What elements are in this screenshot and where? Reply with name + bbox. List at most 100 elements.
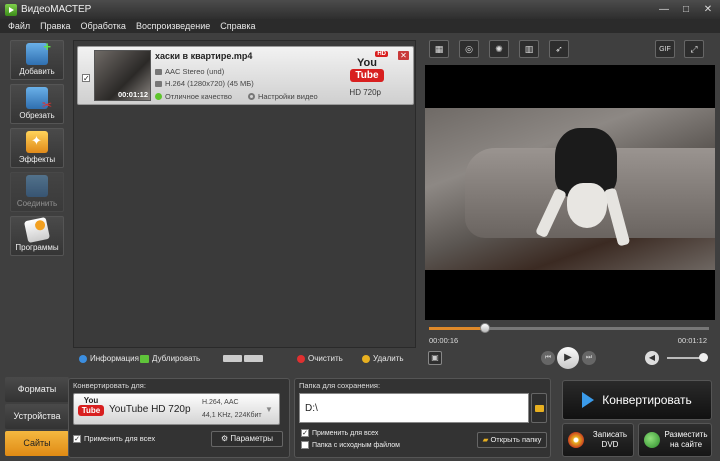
youtube-tube-text: Tube <box>350 69 384 82</box>
programs-button[interactable]: Программы <box>10 216 64 256</box>
window-title: ВидеоМАСТЕР <box>21 4 92 15</box>
add-button[interactable]: Добавить <box>10 39 64 80</box>
menu-playback[interactable]: Воспроизведение <box>136 21 210 31</box>
youtube-logo-icon[interactable]: You Tube HD <box>350 51 388 85</box>
quality-text[interactable]: Отличное качество <box>165 92 232 101</box>
convert-for-panel: Конвертировать для: You Tube YouTube HD … <box>68 378 290 458</box>
video-preview[interactable] <box>425 65 715 320</box>
burn-dvd-button[interactable]: Записать DVD <box>562 423 634 457</box>
stabilize-icon[interactable]: ◎ <box>459 40 479 58</box>
format-audio: 44,1 KHz, 224Кбит <box>202 412 262 419</box>
file-name: хаски в квартире.mp4 <box>155 51 253 61</box>
apply-all-folder-checkbox[interactable]: ✓ Применить для всех <box>301 429 378 437</box>
menu-file[interactable]: Файл <box>8 21 30 31</box>
open-folder-button[interactable]: ▰ Открыть папку <box>477 432 547 448</box>
cut-button[interactable]: Обрезать <box>10 84 64 124</box>
speed-icon[interactable]: ➶ <box>549 40 569 58</box>
apply-all-folder-check-icon[interactable]: ✓ <box>301 429 309 437</box>
tab-sites[interactable]: Сайты <box>5 431 69 456</box>
join-button[interactable]: Соединить <box>10 172 64 212</box>
filmstrip-icon[interactable]: ▥ <box>519 40 539 58</box>
effects-label: Эффекты <box>18 155 56 164</box>
menu-edit[interactable]: Правка <box>40 21 70 31</box>
source-folder-checkbox[interactable]: Папка с исходным файлом <box>301 441 400 449</box>
cut-label: Обрезать <box>19 111 55 120</box>
apply-all-format-checkbox[interactable]: ✓ Применить для всех <box>73 434 156 444</box>
duplicate-icon <box>140 354 149 363</box>
seek-handle[interactable] <box>480 323 490 333</box>
apply-all-folder-label: Применить для всех <box>312 429 379 437</box>
list-view-icon[interactable] <box>223 355 242 362</box>
effects-button[interactable]: Эффекты <box>10 128 64 168</box>
globe-icon <box>644 432 660 448</box>
quality-row[interactable]: Отличное качество Настройки видео <box>155 92 318 101</box>
duplicate-label: Дублировать <box>152 354 201 363</box>
format-category-tabs: Форматы Устройства Сайты <box>5 377 69 459</box>
play-icon[interactable]: ▶ <box>557 347 579 369</box>
browse-folder-icon[interactable] <box>531 393 547 423</box>
duplicate-button[interactable]: Дублировать <box>140 354 200 363</box>
add-label: Добавить <box>19 67 55 76</box>
info-button[interactable]: Информация <box>79 354 139 363</box>
volume-handle[interactable] <box>699 353 708 362</box>
convert-label: Конвертировать <box>602 393 692 407</box>
tool-sidebar: Добавить Обрезать Эффекты Соединить Прог… <box>10 39 68 258</box>
tab-formats[interactable]: Форматы <box>5 377 69 402</box>
menu-processing[interactable]: Обработка <box>81 21 126 31</box>
close-button[interactable]: ✕ <box>700 3 716 16</box>
apply-all-format-label: Применить для всех <box>84 434 156 443</box>
clear-button[interactable]: Очистить <box>297 354 343 363</box>
source-folder-check-icon[interactable] <box>301 441 309 449</box>
apply-all-format-check-icon[interactable]: ✓ <box>73 435 81 444</box>
delete-icon <box>362 354 370 363</box>
parameters-button[interactable]: ⚙ Параметры <box>211 431 283 447</box>
volume-slider[interactable] <box>667 353 708 362</box>
grid-view-icon[interactable] <box>244 355 263 362</box>
format-tube-text: Tube <box>78 405 104 416</box>
format-name: YouTube HD 720p <box>109 404 191 415</box>
delete-button[interactable]: Удалить <box>362 354 404 363</box>
convert-for-label: Конвертировать для: <box>73 381 146 390</box>
husky-shape <box>534 128 631 258</box>
previous-icon[interactable]: ⏮ <box>541 351 555 365</box>
gif-icon[interactable]: GIF <box>655 40 675 58</box>
chevron-down-icon[interactable]: ▼ <box>263 402 275 418</box>
video-settings-link[interactable]: Настройки видео <box>258 92 318 101</box>
open-folder-label: Открыть папку <box>490 435 542 444</box>
upload-site-label-1: Разместить <box>664 430 708 439</box>
audio-info: AAC Stereo (und) <box>155 67 224 76</box>
crop-icon[interactable]: ▦ <box>429 40 449 58</box>
remove-file-icon[interactable]: ✕ <box>398 51 409 60</box>
title-bar: ВидеоМАСТЕР — □ ✕ <box>0 0 720 19</box>
menu-help[interactable]: Справка <box>220 21 255 31</box>
upload-site-button[interactable]: Разместить на сайте <box>638 423 712 457</box>
output-format-selector[interactable]: You Tube YouTube HD 720p H.264, AAC 44,1… <box>73 393 280 425</box>
file-checkbox[interactable]: ✓ <box>82 74 90 83</box>
add-video-icon <box>26 39 51 65</box>
volume-icon[interactable]: ◀ <box>645 351 659 365</box>
brightness-icon[interactable]: ✺ <box>489 40 509 58</box>
convert-button[interactable]: Конвертировать <box>562 380 712 420</box>
file-list[interactable]: ✓ 00:01:12 хаски в квартире.mp4 AAC Ster… <box>73 40 416 348</box>
save-path-field[interactable]: D:\ <box>299 393 529 423</box>
fullscreen-icon[interactable]: ⤢ <box>684 40 704 58</box>
youtube-format-icon: You Tube <box>78 396 104 422</box>
menu-bar: Файл Правка Обработка Воспроизведение Сп… <box>0 19 720 33</box>
file-item[interactable]: ✓ 00:01:12 хаски в квартире.mp4 AAC Ster… <box>77 46 414 105</box>
effects-icon <box>26 131 48 153</box>
video-info: H.264 (1280x720) (45 МБ) <box>155 79 254 88</box>
tab-devices[interactable]: Устройства <box>5 404 69 429</box>
seek-bar[interactable] <box>429 323 709 333</box>
join-label: Соединить <box>16 199 58 208</box>
programs-label: Программы <box>15 243 59 252</box>
maximize-button[interactable]: □ <box>678 3 694 16</box>
thumbnail-duration: 00:01:12 <box>117 90 148 99</box>
view-mode-toggle[interactable] <box>223 355 263 362</box>
app-logo-icon <box>5 3 17 16</box>
snapshot-icon[interactable]: ▣ <box>428 351 442 365</box>
convert-arrow-icon <box>582 392 596 408</box>
next-icon[interactable]: ⏭ <box>582 351 596 365</box>
file-list-toolbar: Информация Дублировать Очистить Удалить <box>73 350 416 368</box>
parameters-label: Параметры <box>230 434 274 443</box>
minimize-button[interactable]: — <box>656 3 672 16</box>
